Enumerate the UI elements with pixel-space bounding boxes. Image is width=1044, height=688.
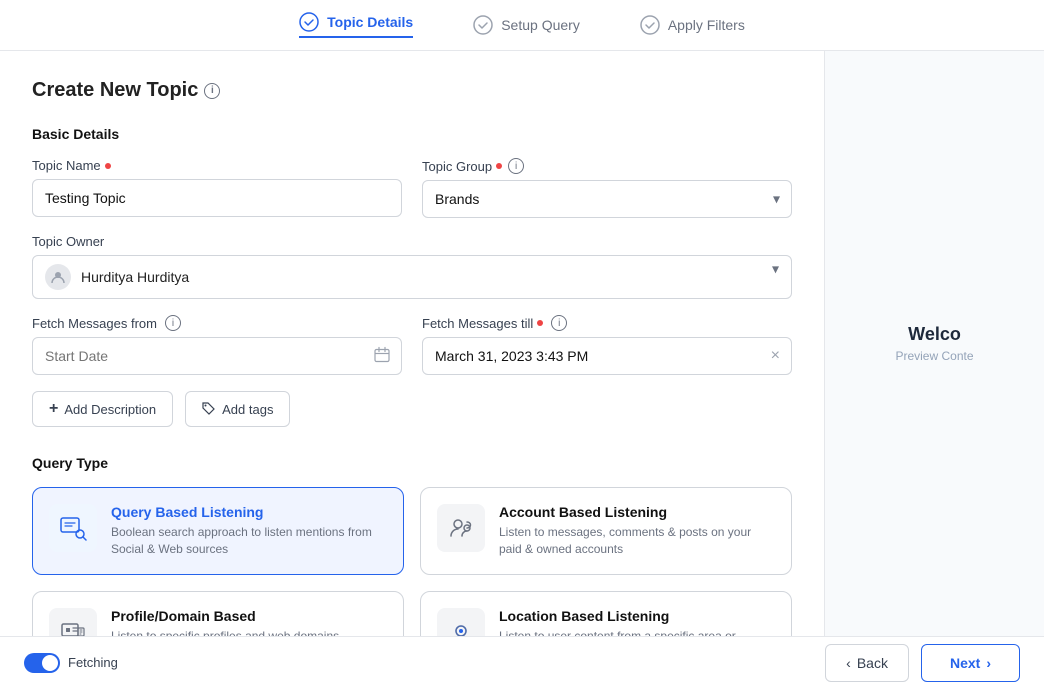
topic-details-icon (299, 12, 319, 32)
nav-step-setup-query-label: Setup Query (501, 17, 580, 33)
form-area: Create New Topic i Basic Details Topic N… (0, 51, 824, 636)
main-content: Create New Topic i Basic Details Topic N… (0, 51, 1044, 636)
account-based-title: Account Based Listening (499, 504, 775, 520)
topic-group-info-icon[interactable]: i (508, 158, 524, 174)
footer-buttons: ‹ Back Next › (825, 644, 1020, 682)
fetch-till-date-wrapper: × (422, 337, 792, 375)
fetch-from-date-wrapper (32, 337, 402, 375)
plus-icon: + (49, 400, 58, 418)
nav-step-setup-query[interactable]: Setup Query (473, 15, 580, 35)
topic-owner-select[interactable]: Hurditya Hurditya ▾ (32, 255, 792, 299)
fetch-till-required (537, 320, 543, 326)
query-card-account-based[interactable]: Account Based Listening Listen to messag… (420, 487, 792, 575)
fetching-toggle: Fetching (24, 653, 118, 673)
topic-group-select[interactable]: Brands (422, 180, 792, 218)
fetch-till-label: Fetch Messages till i (422, 315, 792, 331)
next-chevron-icon: › (986, 655, 991, 671)
preview-panel: Welco Preview Conte (824, 51, 1044, 636)
topic-owner-field: Topic Owner Hurditya Hurditya ▾ (32, 234, 792, 299)
add-tags-button[interactable]: Add tags (185, 391, 290, 427)
fetch-dates-row: Fetch Messages from i Fetc (32, 315, 792, 375)
topic-name-label: Topic Name (32, 158, 402, 173)
topic-group-label: Topic Group i (422, 158, 792, 174)
account-based-content: Account Based Listening Listen to messag… (499, 504, 775, 558)
topic-name-field: Topic Name (32, 158, 402, 218)
topic-name-group-row: Topic Name Topic Group i Brands ▾ (32, 158, 792, 218)
setup-query-icon (473, 15, 493, 35)
topic-name-required (105, 163, 111, 169)
query-card-profile-domain[interactable]: Profile/Domain Based Listen to specific … (32, 591, 404, 636)
add-description-button[interactable]: + Add Description (32, 391, 173, 427)
profile-domain-icon (49, 608, 97, 636)
topic-owner-select-wrapper: Hurditya Hurditya ▾ (32, 255, 792, 299)
wizard-nav: Topic Details Setup Query Apply Filters (0, 0, 1044, 51)
nav-step-apply-filters[interactable]: Apply Filters (640, 15, 745, 35)
query-based-content: Query Based Listening Boolean search app… (111, 504, 387, 558)
calendar-icon[interactable] (374, 347, 390, 366)
action-buttons: + Add Description Add tags (32, 391, 792, 427)
location-based-content: Location Based Listening Listen to user … (499, 608, 736, 636)
fetch-till-input[interactable] (422, 337, 792, 375)
footer: Fetching ‹ Back Next › (0, 636, 1044, 688)
nav-step-apply-filters-label: Apply Filters (668, 17, 745, 33)
nav-step-topic-details[interactable]: Topic Details (299, 12, 413, 38)
preview-sub: Preview Conte (895, 349, 973, 363)
query-based-desc: Boolean search approach to listen mentio… (111, 524, 387, 558)
avatar-icon (50, 269, 66, 285)
query-card-query-based[interactable]: Query Based Listening Boolean search app… (32, 487, 404, 575)
location-based-desc: Listen to user content from a specific a… (499, 628, 736, 636)
topic-group-required (496, 163, 502, 169)
nav-step-topic-details-label: Topic Details (327, 14, 413, 30)
apply-filters-icon (640, 15, 660, 35)
account-based-icon (437, 504, 485, 552)
topic-group-select-wrapper: Brands ▾ (422, 180, 792, 218)
page-title: Create New Topic i (32, 79, 792, 102)
location-based-title: Location Based Listening (499, 608, 736, 624)
back-chevron-icon: ‹ (846, 655, 851, 671)
preview-welcome: Welco (908, 324, 961, 345)
basic-details-title: Basic Details (32, 126, 792, 142)
topic-owner-label: Topic Owner (32, 234, 792, 249)
profile-domain-content: Profile/Domain Based Listen to specific … (111, 608, 339, 636)
fetch-from-info-icon[interactable]: i (165, 315, 181, 331)
page-title-info-icon[interactable]: i (204, 83, 220, 99)
topic-name-input[interactable] (32, 179, 402, 217)
query-type-section: Query Type Query Based Listening (32, 455, 792, 636)
fetch-from-field: Fetch Messages from i (32, 315, 402, 375)
fetch-from-label: Fetch Messages from i (32, 315, 402, 331)
query-based-title: Query Based Listening (111, 504, 387, 520)
location-based-icon (437, 608, 485, 636)
account-based-desc: Listen to messages, comments & posts on … (499, 524, 775, 558)
next-button[interactable]: Next › (921, 644, 1020, 682)
topic-owner-value: Hurditya Hurditya (81, 269, 762, 285)
fetch-from-input[interactable] (32, 337, 402, 375)
back-button[interactable]: ‹ Back (825, 644, 909, 682)
topic-group-field: Topic Group i Brands ▾ (422, 158, 792, 218)
fetch-till-field: Fetch Messages till i × (422, 315, 792, 375)
query-card-location-based[interactable]: Location Based Listening Listen to user … (420, 591, 792, 636)
query-type-title: Query Type (32, 455, 792, 471)
profile-domain-desc: Listen to specific profiles and web doma… (111, 628, 339, 636)
owner-avatar (45, 264, 71, 290)
owner-chevron: ▾ (772, 260, 779, 277)
query-based-icon (49, 504, 97, 552)
profile-domain-title: Profile/Domain Based (111, 608, 339, 624)
fetch-till-clear-icon[interactable]: × (771, 347, 780, 365)
fetching-label: Fetching (68, 655, 118, 670)
query-type-grid: Query Based Listening Boolean search app… (32, 487, 792, 636)
fetching-toggle-switch[interactable] (24, 653, 60, 673)
fetch-till-info-icon[interactable]: i (551, 315, 567, 331)
tag-icon (202, 402, 216, 416)
